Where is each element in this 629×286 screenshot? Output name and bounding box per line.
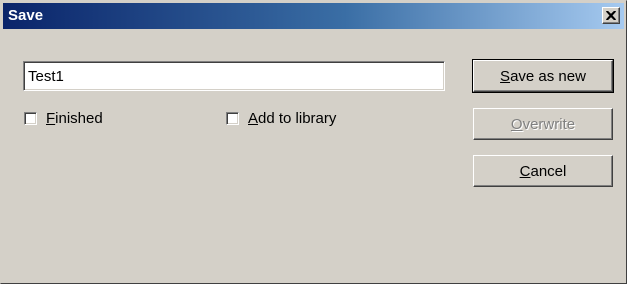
finished-checkbox-label: Finished [46,110,103,127]
finished-checkbox[interactable]: Finished [24,110,103,127]
window-title: Save [8,7,44,24]
overwrite-label: Overwrite [510,115,576,133]
add-to-library-checkbox-box[interactable] [226,112,239,125]
overwrite-button[interactable]: Overwrite [473,108,613,140]
close-button[interactable] [602,7,620,24]
save-as-new-label: Save as new [500,67,586,85]
finished-checkbox-box[interactable] [24,112,37,125]
close-icon [606,11,616,20]
cancel-button[interactable]: Cancel [473,155,613,187]
save-dialog: Save Finished Add to library Save as new… [0,0,627,284]
cancel-label: Cancel [519,162,567,180]
add-to-library-checkbox[interactable]: Add to library [226,110,336,127]
name-input[interactable] [23,61,445,91]
save-as-new-button[interactable]: Save as new [472,59,614,93]
add-to-library-checkbox-label: Add to library [248,110,337,127]
title-bar[interactable]: Save [3,3,624,29]
